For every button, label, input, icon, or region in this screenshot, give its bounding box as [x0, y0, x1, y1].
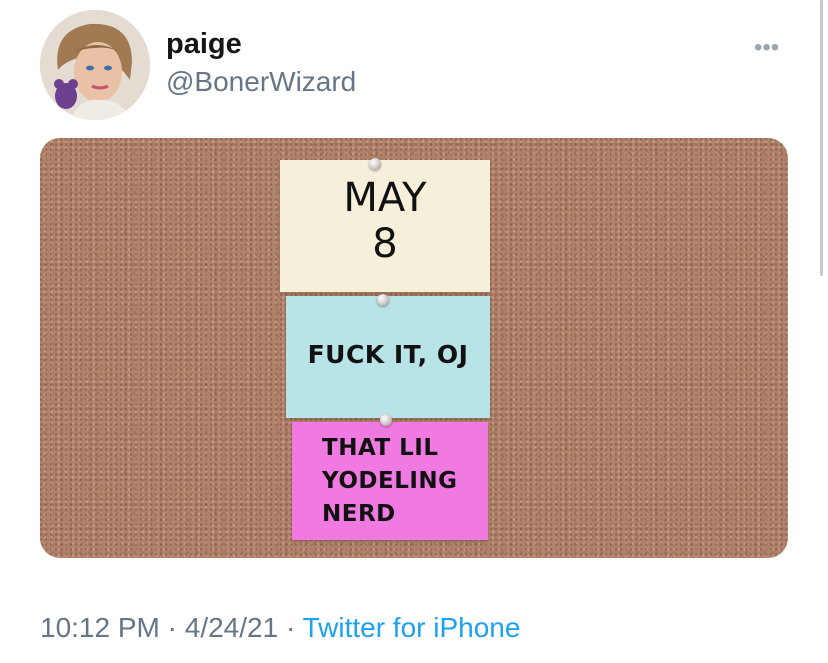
note-1-line-2: 8: [372, 221, 398, 267]
avatar[interactable]: [40, 10, 150, 120]
note-2-line-1: FUCK IT, OJ: [307, 340, 469, 369]
separator: ·: [167, 612, 177, 643]
profile-portrait-icon: [40, 10, 150, 120]
tweet-time[interactable]: 10:12 PM: [40, 612, 160, 643]
separator: ·: [285, 612, 296, 643]
tweet-date[interactable]: 4/24/21: [185, 612, 278, 643]
pushpin-icon: [377, 294, 389, 306]
note-3-line-2: YODELING: [322, 468, 458, 494]
note-1-line-1: MAY: [343, 175, 427, 221]
note-3-line-3: NERD: [322, 501, 396, 527]
note-3-line-1: THAT LIL: [322, 435, 439, 461]
note-yodeling-nerd: THAT LIL YODELING NERD: [292, 422, 488, 540]
note-may-8: MAY 8: [280, 160, 490, 292]
tweet-metadata: 10:12 PM · 4/24/21 · Twitter for iPhone: [40, 612, 520, 644]
note-fuck-it-oj: FUCK IT, OJ: [286, 296, 490, 418]
author-display-name[interactable]: paige: [166, 28, 242, 61]
more-options-icon[interactable]: •••: [754, 34, 779, 62]
pushpin-icon: [369, 158, 381, 170]
tweet-media-image[interactable]: MAY 8 FUCK IT, OJ THAT LIL YODELING NERD: [40, 138, 788, 558]
pushpin-icon: [380, 414, 392, 426]
author-handle[interactable]: @BonerWizard: [166, 66, 356, 98]
tweet-source-link[interactable]: Twitter for iPhone: [303, 612, 521, 643]
scroll-indicator: [820, 0, 823, 276]
